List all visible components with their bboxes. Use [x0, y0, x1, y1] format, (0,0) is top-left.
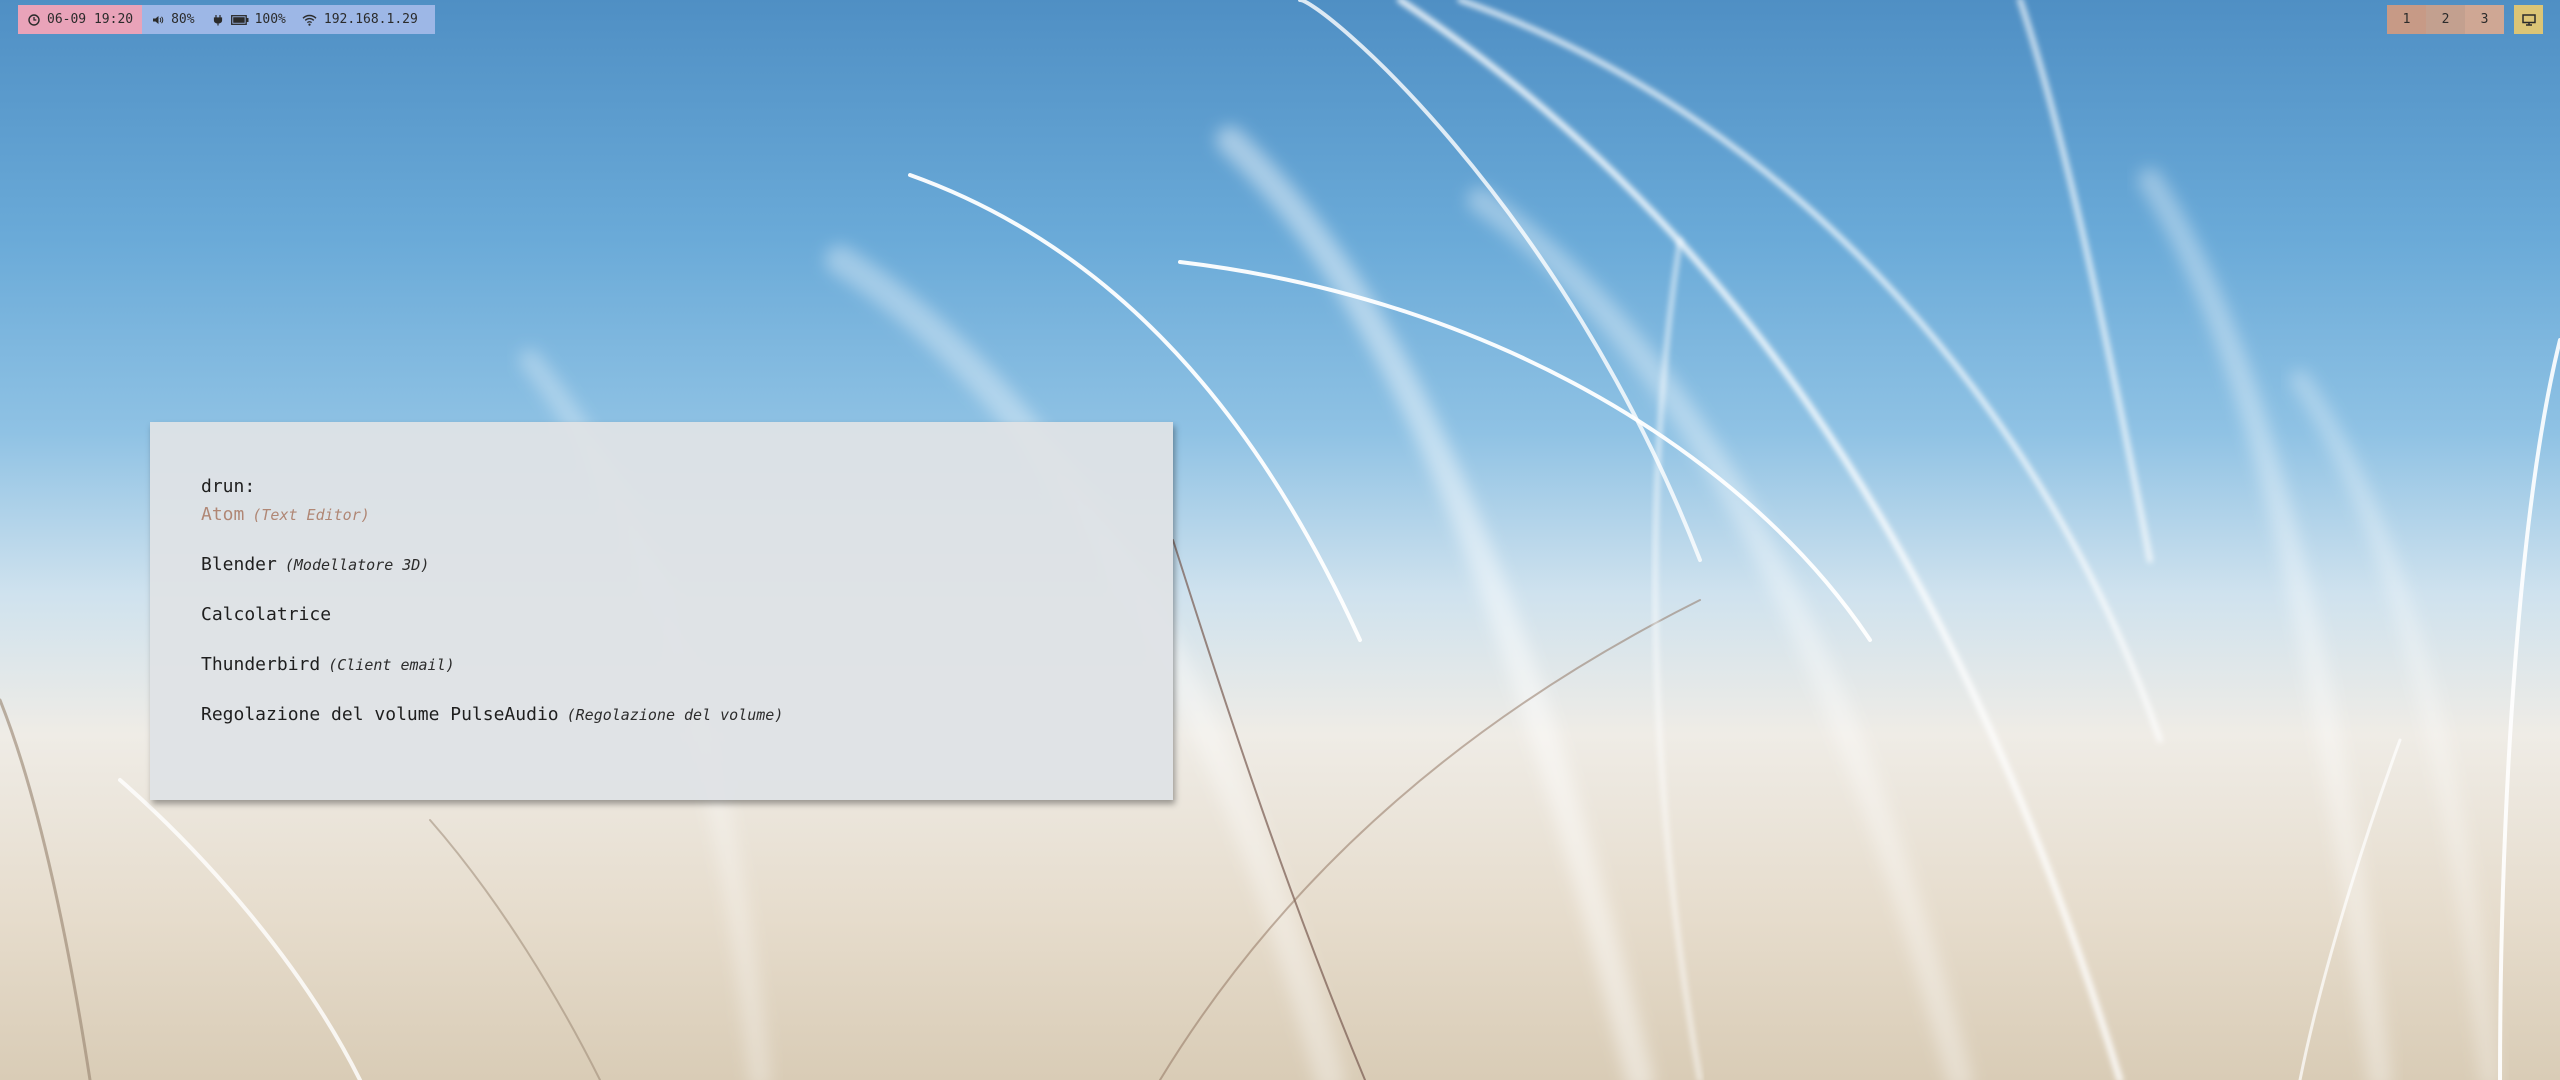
entry-description: (Modellatore 3D): [284, 556, 430, 574]
launcher-entry-atom[interactable]: Atom (Text Editor): [201, 502, 1173, 528]
launcher-entry-thunderbird[interactable]: Thunderbird (Client email): [201, 652, 1173, 678]
launcher-entry-blender[interactable]: Blender (Modellatore 3D): [201, 552, 1173, 578]
battery-icon: [230, 13, 249, 27]
entry-description: (Regolazione del volume): [566, 706, 784, 724]
entry-name: Atom: [201, 504, 245, 525]
entry-name: Regolazione del volume PulseAudio: [201, 704, 559, 725]
monitor-icon: [2521, 13, 2536, 27]
monitor-button[interactable]: [2514, 5, 2543, 34]
launcher-entry-pulseaudio[interactable]: Regolazione del volume PulseAudio (Regola…: [201, 702, 1173, 728]
workspace-3-button[interactable]: 3: [2465, 5, 2504, 34]
wifi-icon: [302, 13, 318, 27]
entry-name: Thunderbird: [201, 654, 321, 675]
entry-name: Calcolatrice: [201, 604, 332, 625]
volume-text: 80%: [171, 12, 195, 27]
status-widget: 80% 100% 192.168.1.29: [142, 5, 435, 34]
entry-description: (Text Editor): [252, 506, 370, 524]
workspace-label: 3: [2480, 12, 2489, 27]
network-widget[interactable]: 192.168.1.29: [302, 12, 418, 27]
launcher-entry-calcolatrice[interactable]: Calcolatrice: [201, 602, 1173, 628]
workspace-2-button[interactable]: 2: [2426, 5, 2465, 34]
app-launcher: drun: Atom (Text Editor) Blender (Modellat…: [150, 422, 1173, 800]
workspace-label: 1: [2402, 12, 2411, 27]
workspace-1-button[interactable]: 1: [2387, 5, 2426, 34]
entry-description: (Client email): [328, 656, 455, 674]
top-bar-left: 06-09 19:20 80% 100% 192.168.1.29: [18, 5, 435, 34]
plug-icon: [211, 13, 225, 27]
volume-widget[interactable]: 80%: [151, 12, 195, 27]
clock-text: 06-09 19:20: [47, 12, 134, 27]
workspace-label: 2: [2441, 12, 2450, 27]
clock-icon: [27, 13, 41, 27]
launcher-prompt: drun:: [201, 476, 256, 497]
network-ip-text: 192.168.1.29: [323, 12, 418, 27]
battery-widget[interactable]: 100%: [211, 12, 286, 27]
battery-text: 100%: [254, 12, 286, 27]
clock-widget[interactable]: 06-09 19:20: [18, 5, 143, 34]
top-bar-right: 1 2 3: [2387, 5, 2543, 34]
entry-name: Blender: [201, 554, 277, 575]
speaker-icon: [151, 13, 165, 27]
